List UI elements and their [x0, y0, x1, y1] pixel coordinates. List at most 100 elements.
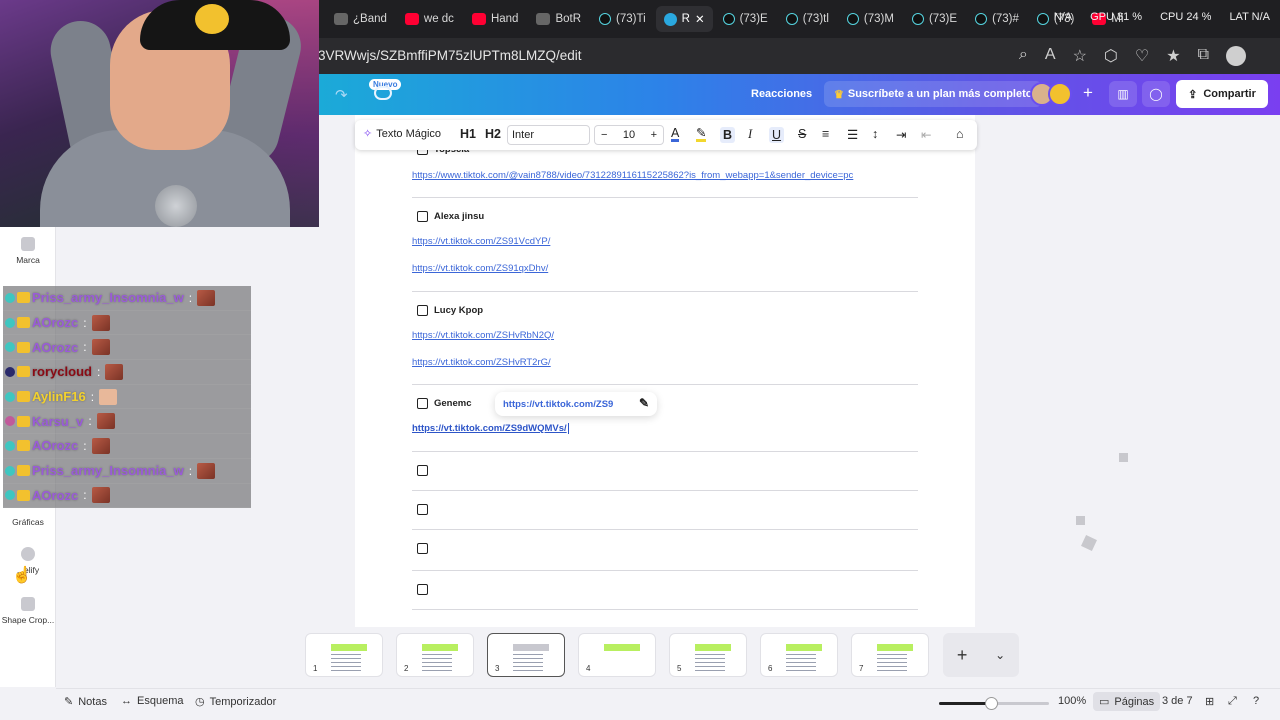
format-painter-icon[interactable]: ⌂	[956, 127, 964, 141]
page-thumbnail[interactable]: 4	[578, 633, 656, 677]
zoom-slider[interactable]	[939, 697, 1049, 710]
zoom-icon[interactable]: ⌕	[1019, 46, 1028, 66]
tool-brand[interactable]: Marca	[0, 237, 56, 265]
grid-view-icon[interactable]: ⊞	[1205, 695, 1214, 708]
page-thumbnail[interactable]: 7	[851, 633, 929, 677]
subscribe-button[interactable]: ♛ Suscríbete a un plan más completo	[824, 81, 1043, 107]
font-size-stepper[interactable]: − 10 +	[594, 125, 664, 145]
cloud-saved-icon[interactable]	[374, 86, 392, 100]
pages-view-button[interactable]: ▭ Páginas	[1093, 692, 1161, 711]
link-preview-popup[interactable]: https://vt.tiktok.com/ZS9 ✎	[495, 392, 657, 416]
collaborator-avatars[interactable]	[1030, 82, 1072, 106]
browser-tab[interactable]: (73)M	[839, 6, 902, 32]
checkbox[interactable]	[417, 465, 428, 476]
tiktok-link[interactable]: https://vt.tiktok.com/ZSHvRT2rG/	[412, 357, 551, 368]
browser-tab[interactable]: BotR	[528, 6, 589, 32]
tiktok-link-selected[interactable]: https://vt.tiktok.com/ZS9dWQMVs/	[412, 423, 569, 434]
add-page-button[interactable]: + ⌄	[943, 633, 1019, 677]
increase-size-button[interactable]: +	[651, 129, 657, 141]
reactions-button[interactable]: Reacciones	[751, 88, 812, 100]
tiktok-link[interactable]: https://vt.tiktok.com/ZS91VcdYP/	[412, 236, 550, 247]
item-title[interactable]: Lucy Kpop	[434, 305, 483, 316]
read-aloud-icon[interactable]: A	[1045, 46, 1056, 66]
tiktok-link[interactable]: https://vt.tiktok.com/ZSHvRbN2Q/	[412, 330, 554, 341]
checkbox[interactable]	[417, 398, 428, 409]
tiktok-link[interactable]: https://vt.tiktok.com/ZS91qxDhv/	[412, 263, 548, 274]
chat-badge-icon	[5, 317, 15, 328]
checkbox[interactable]	[417, 305, 428, 316]
share-button[interactable]: ⇪ Compartir	[1176, 80, 1268, 108]
link-text[interactable]: https://vt.tiktok.com/ZS9dWQMVs/	[412, 423, 567, 434]
thumb-lines	[422, 654, 452, 672]
bold-icon[interactable]: B	[720, 127, 736, 143]
line-spacing-icon[interactable]: ↕	[872, 127, 878, 141]
edit-pencil-icon[interactable]: ✎	[639, 396, 649, 410]
heading1-button[interactable]: H1	[460, 127, 476, 141]
redo-icon[interactable]: ↷	[335, 86, 348, 104]
chevron-down-icon[interactable]: ⌄	[995, 648, 1005, 662]
checkbox[interactable]	[417, 504, 428, 515]
zoom-slider-handle[interactable]	[984, 697, 998, 710]
page-thumbnail[interactable]: 5	[669, 633, 747, 677]
text-color-icon[interactable]: A	[671, 127, 680, 142]
outline-button[interactable]: ↔ Esquema	[121, 695, 183, 707]
add-collaborator-icon[interactable]: +	[1083, 83, 1093, 103]
font-size-value[interactable]: 10	[623, 129, 635, 141]
close-tab-icon[interactable]: ✕	[695, 12, 705, 26]
tiktok-link[interactable]: https://www.tiktok.com/@vain8788/video/7…	[412, 170, 853, 181]
tool-shape-crop[interactable]: Shape Crop...	[0, 597, 56, 625]
magic-write-button[interactable]: ✧ Texto Mágico	[363, 127, 441, 141]
link-preview-text[interactable]: https://vt.tiktok.com/ZS9	[503, 399, 613, 410]
help-icon[interactable]: ?	[1253, 695, 1259, 707]
browser-tab[interactable]: we dc	[397, 6, 462, 32]
favorites-icon[interactable]: ★	[1166, 46, 1180, 66]
highlight-icon[interactable]: ✎	[696, 127, 707, 142]
browser-tab[interactable]: (73)Ti	[591, 6, 654, 32]
thumb-lines	[513, 654, 543, 672]
comments-icon[interactable]: ◯	[1142, 81, 1170, 107]
browser-tab[interactable]: (73)E	[904, 6, 965, 32]
checkbox[interactable]	[417, 584, 428, 595]
plus-icon[interactable]: +	[957, 645, 968, 666]
italic-icon[interactable]: I	[748, 127, 752, 142]
divider	[412, 291, 918, 292]
item-title[interactable]: Alexa jinsu	[434, 211, 484, 222]
chat-badge-icon	[17, 317, 30, 329]
underline-icon[interactable]: U	[769, 127, 785, 143]
page-thumbnail-active[interactable]: 3	[487, 633, 565, 677]
browser-tab[interactable]: ¿Band	[326, 6, 395, 32]
avatar[interactable]	[1048, 82, 1072, 106]
indent-icon[interactable]: ⇥	[896, 127, 906, 142]
notes-button[interactable]: ✎ Notas	[64, 695, 107, 709]
align-left-icon[interactable]: ≡	[822, 127, 829, 141]
heading2-button[interactable]: H2	[485, 127, 501, 141]
collections-icon[interactable]: ⧉	[1198, 46, 1209, 66]
fullscreen-icon[interactable]: ⤢	[1228, 695, 1237, 708]
profile-avatar[interactable]	[1226, 46, 1246, 66]
browser-tab[interactable]: (73)#	[967, 6, 1027, 32]
page-thumbnail[interactable]: 1	[305, 633, 383, 677]
page-thumbnail[interactable]: 2	[396, 633, 474, 677]
bullet-list-icon[interactable]: ☰	[847, 127, 858, 142]
decrease-size-button[interactable]: −	[601, 129, 607, 141]
outdent-icon[interactable]: ⇤	[921, 127, 931, 142]
checkbox[interactable]	[417, 543, 428, 554]
browser-tab-active[interactable]: R ✕	[655, 6, 713, 32]
favorite-star-icon[interactable]: ☆	[1073, 46, 1087, 66]
browser-tab[interactable]: Hand	[464, 6, 527, 32]
chat-username: Priss_army_Insomnia_w	[32, 463, 184, 479]
emote-icon	[197, 289, 216, 306]
browser-tab[interactable]: (73)tl	[778, 6, 837, 32]
page-thumbnail[interactable]: 6	[760, 633, 838, 677]
extensions-icon[interactable]: ⬡	[1104, 46, 1118, 66]
checkbox[interactable]	[417, 211, 428, 222]
font-family-select[interactable]: Inter	[507, 125, 590, 145]
insights-chart-icon[interactable]: ▥	[1109, 81, 1137, 107]
timer-button[interactable]: ◷ Temporizador	[195, 695, 276, 709]
strikethrough-icon[interactable]: S	[798, 127, 806, 141]
item-title[interactable]: Genemc	[434, 398, 472, 409]
url-text[interactable]: 3VRWwjs/SZBmffiPM75zlUPTm8LMZQ/edit	[318, 48, 582, 63]
performance-icon[interactable]: ♡	[1135, 46, 1149, 66]
browser-tab[interactable]: (73)E	[715, 6, 776, 32]
zoom-level[interactable]: 100%	[1058, 695, 1086, 707]
